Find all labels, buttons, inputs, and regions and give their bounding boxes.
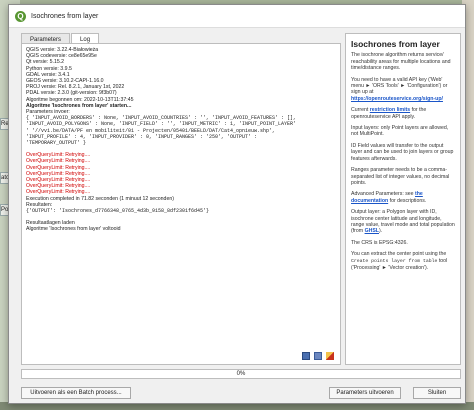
log-pane[interactable]: QGIS versie: 3.22.4-Białowieża QGIS codev… <box>21 43 341 365</box>
isochrones-dialog: Q Isochrones from layer Parameters Log Q… <box>8 4 466 404</box>
progress-bar: 0% <box>21 369 461 379</box>
help-paragraph: You need to have a valid API key ('Web' … <box>351 76 448 102</box>
progress-text: 0% <box>236 371 246 377</box>
copy-log-icon[interactable] <box>314 352 322 360</box>
close-button[interactable]: Sluiten <box>413 387 461 399</box>
sign-up-link[interactable]: https://openrouteservice.org/sign-up/ <box>351 96 443 102</box>
help-paragraph: Output layer: a Polygon layer with ID, i… <box>351 209 455 235</box>
run-as-batch-button[interactable]: Uitvoeren als een Batch process... <box>21 387 131 399</box>
title-bar: Q Isochrones from layer <box>9 5 465 28</box>
log-line: Algoritme 'Isochrones from layer' voltoo… <box>26 226 121 233</box>
qgis-logo-icon: Q <box>15 10 26 22</box>
help-paragraph: Advanced Parameters: see the documentati… <box>351 191 427 204</box>
help-paragraph: Current restriction limits for the openr… <box>351 107 427 120</box>
run-parameters-button[interactable]: Parameters uitvoeren <box>329 387 401 399</box>
help-paragraph: Ranges parameter needs to be a comma-sep… <box>351 167 450 186</box>
log-line: 'INPUT_AVOID_POLYGONS' : None, 'INPUT_FI… <box>26 121 297 128</box>
help-title: Isochrones from layer <box>351 39 440 49</box>
help-paragraph: The CRS is EPSG:4326. <box>351 239 408 246</box>
restriction-limits-link[interactable]: restriction limits <box>370 107 410 113</box>
help-paragraph: ID Field values will transfer to the out… <box>351 142 454 162</box>
save-log-icon[interactable] <box>302 352 310 360</box>
clear-log-icon[interactable] <box>326 352 334 360</box>
help-panel: Isochrones from layer The isochrone algo… <box>345 33 461 365</box>
window-title: Isochrones from layer <box>31 12 99 20</box>
help-paragraph: You can extract the center point using t… <box>351 251 448 271</box>
ghsl-link[interactable]: GHSL <box>365 228 379 234</box>
log-toolbar <box>302 352 334 360</box>
help-paragraph: Input layers: only Point layers are allo… <box>351 125 449 138</box>
help-paragraph: The isochrone algorithm returns service/… <box>351 52 451 72</box>
log-text: QGIS versie: 3.22.4-Białowieża QGIS codev… <box>22 44 340 236</box>
